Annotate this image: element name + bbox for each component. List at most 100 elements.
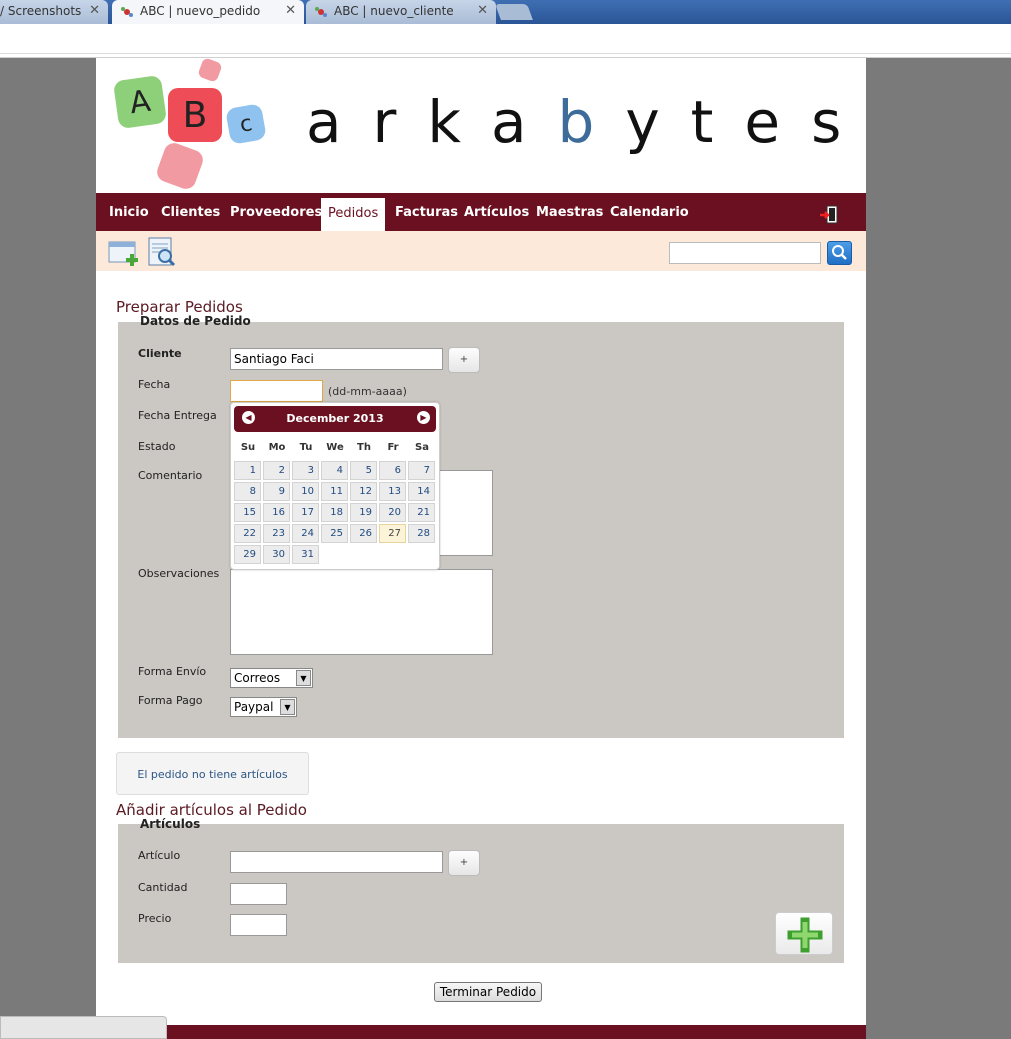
site-header: A B c arkabytes [96,57,866,193]
main-nav: Inicio Clientes Proveedores Pedidos Fact… [96,193,866,231]
observaciones-label: Observaciones [138,567,220,580]
calendar-day[interactable]: 16 [263,503,290,522]
close-tab-icon[interactable]: ✕ [285,3,296,18]
cliente-input[interactable] [230,348,443,370]
comentario-label: Comentario [138,469,203,482]
chevron-down-icon: ▼ [296,670,311,686]
calendar-day[interactable]: 6 [379,461,406,480]
nav-item-articulos[interactable]: Artículos [464,193,529,231]
logo-square [197,57,223,83]
calendar-day[interactable]: 9 [263,482,290,501]
calendar-day[interactable]: 14 [408,482,435,501]
favicon-icon [315,7,327,17]
weekday-header: Sa [415,442,429,453]
browser-status-bar [0,1016,167,1039]
nav-item-proveedores[interactable]: Proveedores [230,193,322,231]
calendar-day[interactable]: 27 [379,524,406,543]
search-button[interactable] [827,241,852,265]
calendar-day[interactable]: 10 [292,482,319,501]
add-article-search-button[interactable]: + [448,850,480,876]
datepicker-month-label: December 2013 [286,412,384,425]
calendar-day[interactable]: 11 [321,482,348,501]
cantidad-label: Cantidad [138,881,188,894]
calendar-day[interactable]: 17 [292,503,319,522]
calendar-day[interactable]: 26 [350,524,377,543]
tab-nuevo-cliente[interactable]: ABC | nuevo_cliente ✕ [306,0,496,24]
close-tab-icon[interactable]: ✕ [477,3,488,18]
calendar-day[interactable]: 24 [292,524,319,543]
nav-item-pedidos[interactable]: Pedidos [321,198,386,231]
precio-label: Precio [138,912,172,925]
calendar-day[interactable]: 15 [234,503,261,522]
tab-label: / Screenshots [0,4,82,18]
logo-square-b: B [168,88,222,142]
calendar-day[interactable]: 1 [234,461,261,480]
calendar-day[interactable]: 18 [321,503,348,522]
fecha-input[interactable] [230,380,323,402]
tab-screenshots[interactable]: / Screenshots ✕ [0,0,108,24]
observaciones-textarea[interactable] [230,569,493,655]
articles-fieldset [118,824,844,963]
add-article-button[interactable] [775,912,833,955]
nav-item-clientes[interactable]: Clientes [161,193,220,231]
prev-month-icon[interactable]: ◀ [242,411,255,424]
cantidad-input[interactable] [230,883,287,905]
articles-legend: Artículos [140,817,201,831]
calendar-day[interactable]: 30 [263,545,290,564]
new-tab-button[interactable] [495,4,533,20]
next-month-icon[interactable]: ▶ [417,411,430,424]
weekday-header: Th [357,442,371,453]
close-tab-icon[interactable]: ✕ [89,3,100,18]
nav-item-facturas[interactable]: Facturas [395,193,458,231]
nav-item-inicio[interactable]: Inicio [109,193,149,231]
calendar-day[interactable]: 8 [234,482,261,501]
favicon-icon [121,7,133,17]
datepicker: December 2013 ◀ ▶ Su Mo Tu We Th Fr Sa 1234567… [230,402,440,570]
search-order-icon[interactable] [146,237,178,267]
magnifier-icon [832,245,847,260]
calendar-day[interactable]: 25 [321,524,348,543]
calendar-day[interactable]: 28 [408,524,435,543]
nav-item-calendario[interactable]: Calendario [610,193,689,231]
logo-letter: c [237,110,255,138]
finish-order-button[interactable]: Terminar Pedido [434,982,542,1002]
chevron-down-icon: ▼ [280,699,295,715]
calendar-day[interactable]: 2 [263,461,290,480]
brand-text-highlight: b [557,88,626,156]
calendar-day[interactable]: 5 [350,461,377,480]
calendar-day[interactable]: 7 [408,461,435,480]
brand-wordmark: arkabytes [306,88,872,156]
calendar-day[interactable]: 13 [379,482,406,501]
page-container: A B c arkabytes Inicio Clientes Proveedo… [96,57,866,1039]
calendar-day[interactable]: 22 [234,524,261,543]
fecha-entrega-label: Fecha Entrega [138,409,217,422]
logo-square [154,140,206,192]
calendar-day[interactable]: 23 [263,524,290,543]
calendar-day[interactable]: 19 [350,503,377,522]
articulo-input[interactable] [230,851,443,873]
weekday-header: Mo [268,442,286,453]
forma-envio-select[interactable]: Correos ▼ [230,668,313,688]
tab-nuevo-pedido[interactable]: ABC | nuevo_pedido ✕ [112,0,304,24]
logout-icon[interactable] [819,205,839,225]
calendar-day[interactable]: 29 [234,545,261,564]
calendar-day[interactable]: 31 [292,545,319,564]
nav-item-maestras[interactable]: Maestras [536,193,603,231]
forma-pago-select[interactable]: Paypal ▼ [230,697,297,717]
calendar-day[interactable]: 21 [408,503,435,522]
calendar-day[interactable]: 4 [321,461,348,480]
address-bar[interactable] [0,24,1011,58]
precio-input[interactable] [230,914,287,936]
calendar-day[interactable]: 3 [292,461,319,480]
calendar-day[interactable]: 20 [379,503,406,522]
tab-label: ABC | nuevo_cliente [334,4,454,18]
calendar-day[interactable]: 12 [350,482,377,501]
brand-text: ytes [625,88,873,156]
new-order-icon[interactable] [108,237,140,267]
tab-label: ABC | nuevo_pedido [140,4,261,18]
datepicker-header: December 2013 [234,406,436,432]
forma-pago-value: Paypal [234,700,274,714]
add-client-button[interactable]: + [448,347,480,373]
footer-bar [96,1025,866,1039]
search-input[interactable] [669,242,821,264]
